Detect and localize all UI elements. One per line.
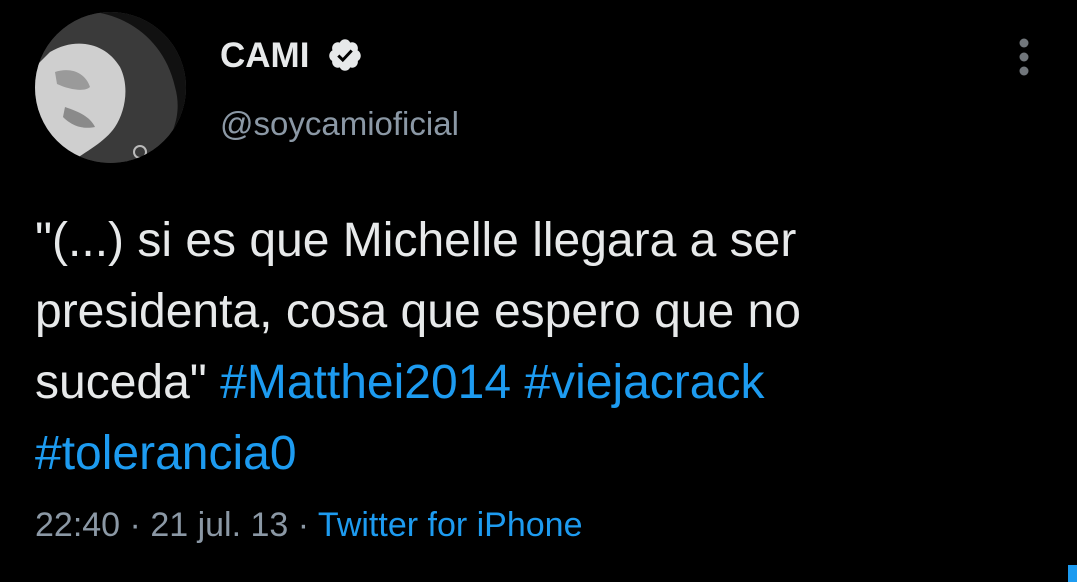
tweet-line-2: presidenta, cosa que espero que no — [35, 285, 801, 338]
tweet-line-1: "(...) si es que Michelle llegara a ser — [35, 214, 797, 267]
tweet-source-link[interactable]: Twitter for iPhone — [318, 506, 583, 544]
hashtag-link[interactable]: #tolerancia0 — [35, 427, 297, 480]
author-display-name[interactable]: CAMI — [220, 36, 309, 76]
more-vertical-icon[interactable] — [1004, 36, 1044, 78]
tweet-date[interactable]: 21 jul. 13 — [150, 506, 288, 544]
edge-indicator — [1068, 565, 1077, 582]
meta-separator: · — [288, 506, 318, 544]
avatar[interactable] — [35, 12, 186, 163]
tweet-line-3: suceda" — [35, 356, 221, 409]
avatar-photo — [35, 12, 186, 163]
verified-badge-icon — [329, 39, 361, 71]
tweet-time[interactable]: 22:40 — [35, 506, 120, 544]
tweet-meta: 22:40 · 21 jul. 13 · Twitter for iPhone — [35, 503, 582, 547]
author-handle[interactable]: @soycamioficial — [220, 104, 459, 144]
hashtag-link[interactable]: #Matthei2014 — [220, 356, 511, 409]
meta-separator: · — [120, 506, 151, 544]
hashtag-link[interactable]: #viejacrack — [524, 356, 764, 409]
tweet-text: "(...) si es que Michelle llegara a ser p… — [35, 205, 1035, 489]
